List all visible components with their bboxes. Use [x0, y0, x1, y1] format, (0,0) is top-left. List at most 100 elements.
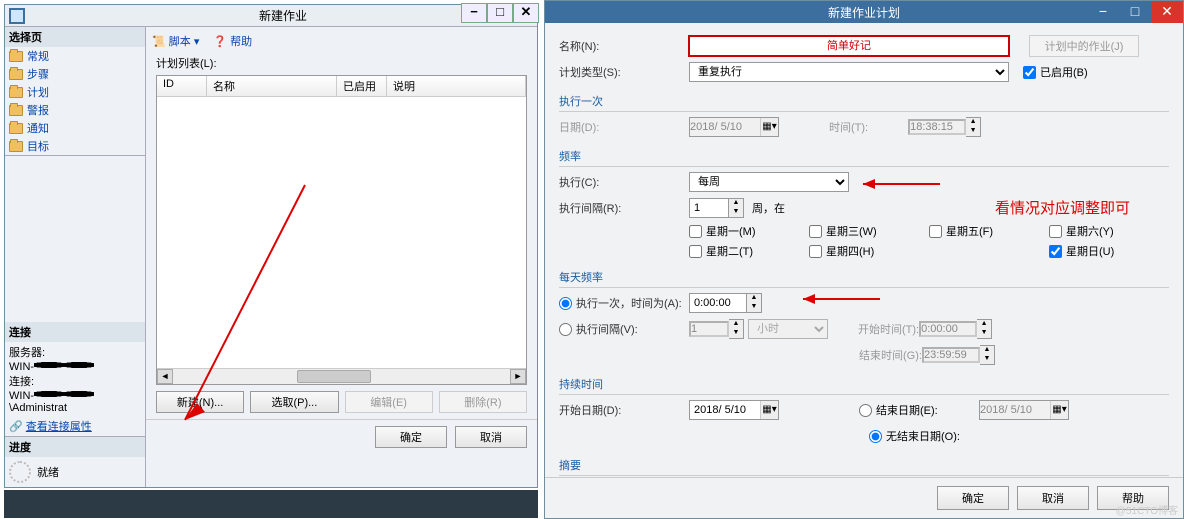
- spin-down-icon: ▼: [977, 329, 991, 338]
- right-pane: 📜 脚本 ▾ ❓ 帮助 计划列表(L): ID 名称 已启用 说明 ◄ ►: [145, 27, 537, 487]
- app-icon: [9, 8, 25, 24]
- exec-label: 执行(C):: [559, 174, 689, 190]
- once-date-picker: ▦▾: [689, 117, 779, 137]
- spin-up-icon[interactable]: ▲: [747, 294, 761, 303]
- duration-section-header: 持续时间: [559, 376, 1169, 395]
- server-label: 服务器:: [9, 344, 141, 360]
- chk-fri[interactable]: 星期五(F): [929, 223, 1049, 239]
- spin-down-icon[interactable]: ▼: [747, 303, 761, 312]
- chk-mon[interactable]: 星期一(M): [689, 223, 809, 239]
- daily-repeat-spinner: ▲▼: [689, 319, 744, 339]
- once-date-label: 日期(D):: [559, 119, 689, 135]
- schedule-form: 名称(N): 计划中的作业(J) 计划类型(S): 重复执行 已启用(B) 执行…: [545, 23, 1183, 477]
- view-conn-props-link[interactable]: 查看连接属性: [26, 421, 92, 433]
- nav-general[interactable]: 常规: [5, 47, 145, 65]
- folder-icon: [9, 141, 23, 152]
- toolbar: 📜 脚本 ▾ ❓ 帮助: [146, 27, 537, 55]
- new-schedule-window: 新建作业计划 − □ ✕ 名称(N): 计划中的作业(J) 计划类型(S): 重…: [544, 0, 1184, 519]
- spin-down-icon: ▼: [966, 127, 980, 136]
- chk-thu[interactable]: 星期四(H): [809, 243, 929, 259]
- new-job-window: 新建作业 − □ ✕ 选择页 常规 步骤 计划 警报 通知 目标 连接: [4, 4, 538, 488]
- col-name[interactable]: 名称: [207, 76, 337, 96]
- exec-select[interactable]: 每周: [689, 172, 849, 192]
- chk-sun[interactable]: 星期日(U): [1049, 243, 1169, 259]
- nav-steps[interactable]: 步骤: [5, 65, 145, 83]
- chk-sat[interactable]: 星期六(Y): [1049, 223, 1169, 239]
- new-button[interactable]: 新建(N)...: [156, 391, 244, 413]
- nav-alerts[interactable]: 警报: [5, 101, 145, 119]
- calendar-icon[interactable]: ▦▾: [760, 401, 778, 419]
- spin-down-icon: ▼: [980, 355, 994, 364]
- progress-spinner-icon: [9, 461, 31, 483]
- titlebar[interactable]: 新建作业计划 − □ ✕: [545, 1, 1183, 23]
- daily-start-label: 开始时间(T):: [858, 321, 919, 337]
- calendar-icon: ▦▾: [760, 118, 778, 136]
- jobs-in-plan-button: 计划中的作业(J): [1029, 35, 1139, 57]
- daily-end-label: 结束时间(G):: [859, 347, 922, 363]
- scroll-right-arrow[interactable]: ►: [510, 369, 526, 384]
- schedule-table[interactable]: ID 名称 已启用 说明 ◄ ►: [156, 75, 527, 385]
- daily-once-time[interactable]: ▲▼: [689, 293, 762, 313]
- maximize-button[interactable]: □: [1119, 1, 1151, 23]
- folder-icon: [9, 123, 23, 134]
- connection-header: 连接: [5, 322, 145, 342]
- nav-schedule[interactable]: 计划: [5, 83, 145, 101]
- once-time-label: 时间(T):: [829, 119, 868, 135]
- name-label: 名称(N):: [559, 38, 689, 54]
- maximize-button[interactable]: □: [487, 3, 513, 23]
- no-end-date-radio[interactable]: 无结束日期(O):: [869, 428, 960, 444]
- enabled-checkbox[interactable]: 已启用(B): [1023, 64, 1088, 80]
- window-buttons: − □ ✕: [461, 3, 539, 23]
- connection-value: WIN-: [9, 390, 34, 402]
- titlebar[interactable]: 新建作业 − □ ✕: [5, 5, 537, 27]
- minimize-button[interactable]: −: [1087, 1, 1119, 23]
- close-button[interactable]: ✕: [1151, 1, 1183, 23]
- col-enabled[interactable]: 已启用: [337, 76, 387, 96]
- ok-button[interactable]: 确定: [937, 486, 1009, 510]
- watermark: @51CTO博客: [1116, 502, 1178, 517]
- spin-up-icon: ▲: [966, 118, 980, 127]
- nav-notify[interactable]: 通知: [5, 119, 145, 137]
- col-desc[interactable]: 说明: [387, 76, 526, 96]
- summary-section-header: 摘要: [559, 457, 1169, 476]
- exec-interval-spinner[interactable]: ▲▼: [689, 198, 744, 218]
- scroll-thumb[interactable]: [297, 370, 371, 383]
- daily-start-time: ▲▼: [919, 319, 992, 339]
- chk-tue[interactable]: 星期二(T): [689, 243, 809, 259]
- spin-down-icon[interactable]: ▼: [729, 208, 743, 217]
- folder-icon: [9, 69, 23, 80]
- left-pane: 选择页 常规 步骤 计划 警报 通知 目标 连接 服务器: WIN- 连接: W…: [5, 27, 145, 487]
- ok-button[interactable]: 确定: [375, 426, 447, 448]
- pick-button[interactable]: 选取(P)...: [250, 391, 338, 413]
- horizontal-scrollbar[interactable]: ◄ ►: [157, 368, 526, 384]
- nav-target[interactable]: 目标: [5, 137, 145, 155]
- select-page-header: 选择页: [5, 27, 145, 47]
- help-link[interactable]: ❓ 帮助: [213, 33, 252, 49]
- delete-button: 删除(R): [439, 391, 527, 413]
- start-date-picker[interactable]: ▦▾: [689, 400, 779, 420]
- end-date-picker: ▦▾: [979, 400, 1069, 420]
- end-date-radio[interactable]: 结束日期(E):: [859, 402, 979, 418]
- cancel-button[interactable]: 取消: [455, 426, 527, 448]
- schedule-type-select[interactable]: 重复执行: [689, 62, 1009, 82]
- minimize-button[interactable]: −: [461, 3, 487, 23]
- col-id[interactable]: ID: [157, 76, 207, 96]
- folder-icon: [9, 87, 23, 98]
- chk-wed[interactable]: 星期三(W): [809, 223, 929, 239]
- daily-repeat-unit: 小时: [748, 319, 828, 339]
- table-buttons: 新建(N)... 选取(P)... 编辑(E) 删除(R): [146, 385, 537, 419]
- spin-up-icon: ▲: [980, 346, 994, 355]
- daily-repeat-radio[interactable]: 执行间隔(V):: [559, 321, 689, 337]
- nav-list: 常规 步骤 计划 警报 通知 目标: [5, 47, 145, 155]
- folder-icon: [9, 51, 23, 62]
- daily-once-radio[interactable]: 执行一次，时间为(A):: [559, 295, 689, 311]
- script-link[interactable]: 📜 脚本 ▾: [152, 33, 199, 49]
- freq-section-header: 频率: [559, 148, 1169, 167]
- redacted-icon: [34, 360, 94, 370]
- cancel-button[interactable]: 取消: [1017, 486, 1089, 510]
- spin-up-icon[interactable]: ▲: [729, 199, 743, 208]
- daily-section-header: 每天频率: [559, 269, 1169, 288]
- name-input[interactable]: [689, 36, 1009, 56]
- scroll-left-arrow[interactable]: ◄: [157, 369, 173, 384]
- close-button[interactable]: ✕: [513, 3, 539, 23]
